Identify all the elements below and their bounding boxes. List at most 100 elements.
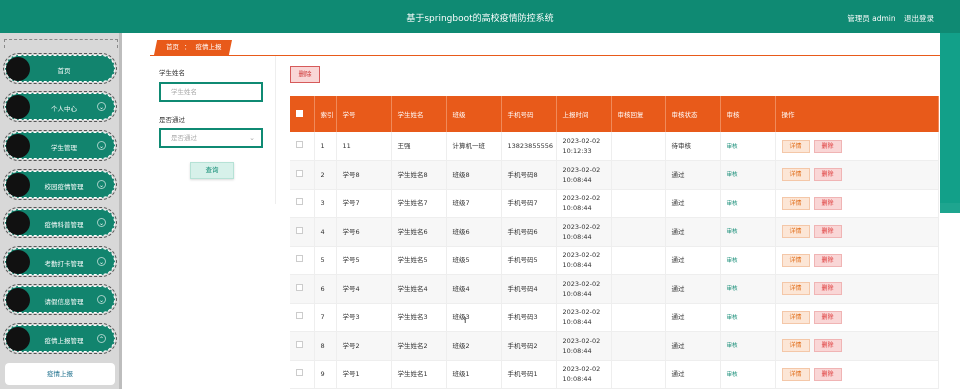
report-time: 10:08:44 (562, 375, 592, 384)
report-date: 2023-02-02 (562, 137, 601, 145)
audit-link[interactable]: 审核 (727, 286, 738, 292)
student-name-cell: 学生姓名5 (391, 246, 447, 275)
row-checkbox[interactable] (296, 255, 303, 263)
row-delete-button[interactable]: 删除 (813, 367, 842, 381)
breadcrumb: 首页 ： 疫情上报 (154, 40, 232, 55)
chevron-down-icon: ⌄ (97, 257, 106, 266)
breadcrumb-separator: ： (184, 43, 191, 51)
row-delete-button[interactable]: 删除 (813, 310, 842, 324)
sidebar-item[interactable]: 校园疫情管理 ⌄ (3, 169, 117, 200)
audit-status-cell: 通过 (665, 360, 721, 389)
sidebar-item[interactable]: 学生管理 ⌄ (3, 130, 117, 161)
audit-reply-cell (611, 246, 666, 275)
audit-link[interactable]: 审核 (727, 258, 738, 264)
row-select-cell[interactable] (290, 360, 315, 389)
audit-link[interactable]: 审核 (727, 372, 738, 378)
detail-button[interactable]: 详情 (781, 168, 810, 182)
sidebar-item[interactable]: 请假信息管理 ⌄ (3, 284, 117, 315)
detail-button[interactable]: 详情 (781, 253, 810, 267)
student-name-cell: 学生姓名6 (391, 217, 447, 247)
sidebar-item[interactable]: 疫情上报管理 ⌃ (3, 323, 117, 354)
report-time: 10:08:44 (562, 175, 592, 184)
column-header: 操作 (775, 96, 939, 132)
row-checkbox[interactable] (296, 340, 303, 348)
breadcrumb-home[interactable]: 首页 (166, 43, 179, 51)
student-name-cell: 学生姓名3 (391, 303, 447, 332)
audit-cell: 审核 (720, 132, 776, 161)
row-select-cell[interactable] (290, 132, 315, 161)
row-checkbox[interactable] (296, 226, 303, 234)
audit-link[interactable]: 审核 (727, 144, 738, 150)
detail-button[interactable]: 详情 (781, 196, 810, 210)
audit-link[interactable]: 审核 (727, 343, 738, 349)
sidebar-item-label: 请假信息管理 (44, 298, 84, 306)
detail-button[interactable]: 详情 (781, 225, 810, 239)
breadcrumb-current: 疫情上报 (195, 43, 222, 51)
detail-button[interactable]: 详情 (781, 367, 810, 381)
audit-link[interactable]: 审核 (727, 201, 738, 207)
row-delete-button[interactable]: 删除 (813, 139, 842, 153)
row-select-cell[interactable] (290, 160, 315, 190)
index-cell: 3 (314, 189, 337, 218)
row-select-cell[interactable] (290, 189, 315, 218)
phone-cell: 13823855556 (501, 132, 557, 161)
row-select-cell[interactable] (290, 274, 315, 304)
report-time: 10:08:44 (562, 261, 592, 270)
row-select-cell[interactable] (290, 217, 315, 247)
table-row: 5 学号5 学生姓名5 班级5 手机号码5 2023-02-02 10:08:44 通过 审核详… (290, 246, 939, 275)
detail-button[interactable]: 详情 (781, 310, 810, 324)
audit-reply-cell (611, 132, 666, 161)
student-name-cell: 学生姓名2 (391, 331, 447, 361)
sidebar-item[interactable]: 考勤打卡管理 ⌄ (3, 246, 117, 277)
row-checkbox[interactable] (296, 283, 303, 291)
row-select-cell[interactable] (290, 246, 315, 275)
sidebar-item[interactable]: 疫情科普管理 ⌄ (3, 207, 117, 238)
audit-reply-cell (611, 303, 666, 332)
row-delete-button[interactable]: 删除 (813, 168, 842, 182)
student-no-cell: 学号3 (336, 303, 392, 332)
passed-select[interactable]: 是否通过 ⌄ (159, 128, 263, 148)
report-time: 10:08:44 (562, 346, 592, 355)
query-button[interactable]: 查询 (190, 162, 234, 179)
actions-cell: 详情 删除 (775, 303, 939, 332)
detail-button[interactable]: 详情 (781, 139, 810, 153)
table-row: 4 学号6 学生姓名6 班级6 手机号码6 2023-02-02 10:08:44 通过 审核详… (290, 217, 939, 247)
report-table: 索引 学号 学生姓名 班级 手机号码 上报时间 审核回复 审核状态 审核 操作 1 11 王强 计算机一… (290, 96, 939, 389)
logout-link[interactable]: 退出登录 (904, 14, 934, 23)
row-select-cell[interactable] (290, 303, 315, 332)
sidebar-top-border (4, 39, 118, 48)
row-select-cell[interactable] (290, 331, 315, 361)
row-checkbox[interactable] (296, 369, 303, 377)
row-delete-button[interactable]: 删除 (813, 282, 842, 296)
audit-reply-cell (611, 274, 666, 304)
detail-button[interactable]: 详情 (781, 282, 810, 296)
student-name-cell: 学生姓名4 (391, 274, 447, 304)
row-delete-button[interactable]: 删除 (813, 225, 842, 239)
sidebar-item-label: 疫情科普管理 (44, 221, 84, 229)
audit-link[interactable]: 审核 (727, 315, 738, 321)
row-checkbox[interactable] (296, 198, 303, 206)
report-time-cell: 2023-02-02 10:12:33 (556, 132, 612, 161)
menu-avatar-icon (6, 250, 30, 274)
row-delete-button[interactable]: 删除 (813, 196, 842, 210)
detail-button[interactable]: 详情 (781, 339, 810, 353)
report-time: 10:12:33 (562, 147, 592, 155)
select-all-checkbox[interactable] (290, 96, 315, 132)
audit-link[interactable]: 审核 (727, 229, 738, 235)
report-date: 2023-02-02 (562, 165, 601, 174)
student-name-input[interactable]: 学生姓名 (159, 82, 263, 102)
table-row: 1 11 王强 计算机一班 13823855556 2023-02-02 10:12:33 待… (290, 132, 939, 161)
actions-cell: 详情 删除 (775, 274, 939, 304)
batch-delete-button[interactable]: 删除 (290, 66, 320, 83)
report-date: 2023-02-02 (562, 308, 601, 317)
row-delete-button[interactable]: 删除 (813, 339, 842, 353)
audit-link[interactable]: 审核 (727, 172, 738, 178)
class-cell: 班级7 (446, 189, 502, 218)
submenu-item-epidemic-report[interactable]: 疫情上报 (5, 363, 115, 385)
sidebar-item[interactable]: 首页 (3, 53, 117, 84)
row-checkbox[interactable] (296, 312, 303, 320)
row-delete-button[interactable]: 删除 (813, 253, 842, 267)
sidebar-item[interactable]: 个人中心 ⌄ (3, 91, 117, 122)
row-checkbox[interactable] (296, 141, 303, 148)
row-checkbox[interactable] (296, 169, 303, 177)
